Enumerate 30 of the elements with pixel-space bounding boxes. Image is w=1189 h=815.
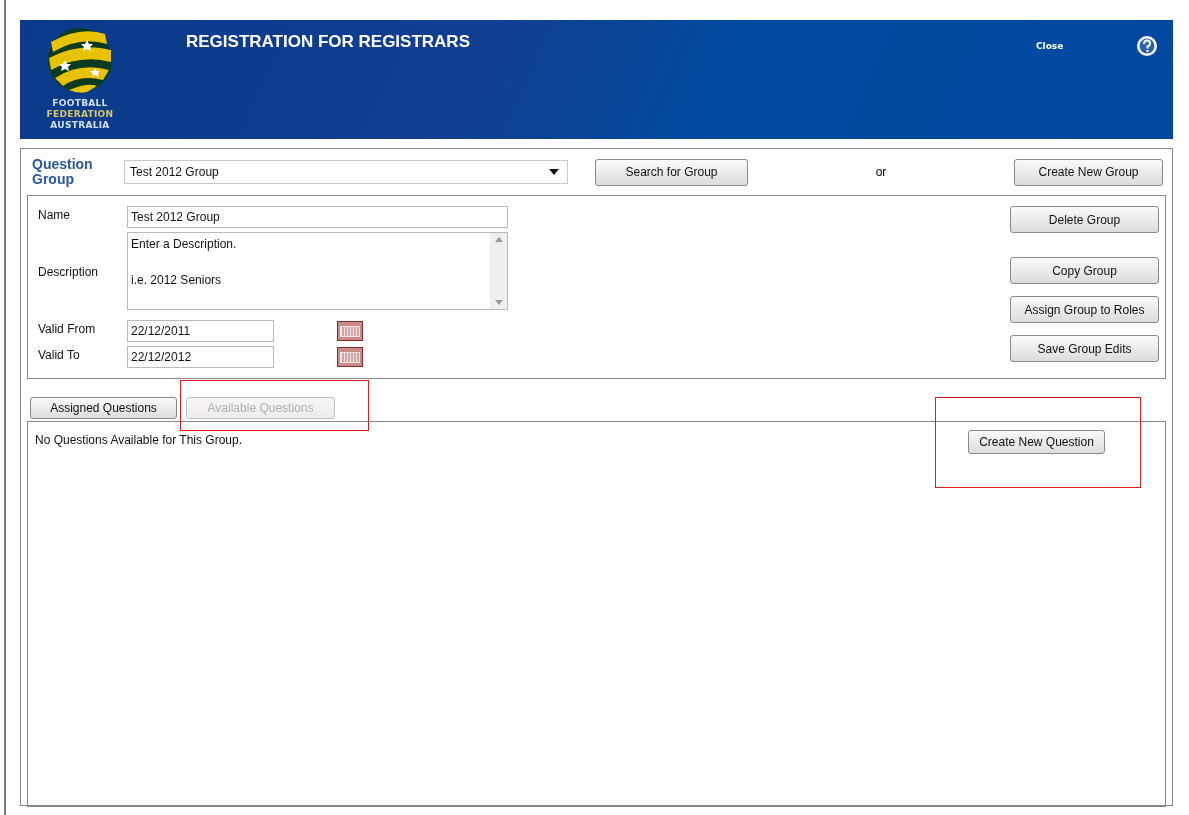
questions-tab[interactable]: Assigned Questions — [30, 397, 177, 419]
date-field[interactable]: 22/12/2011 — [127, 320, 274, 342]
field-label: Description — [38, 264, 100, 279]
search-group-button[interactable]: Search for Group — [595, 158, 748, 186]
calendar-icon[interactable] — [337, 347, 363, 367]
field-label: Valid To — [38, 347, 81, 364]
name-field[interactable]: Test 2012 Group — [127, 206, 508, 228]
field-label: Name — [38, 207, 71, 224]
create-question-button[interactable]: Create New Question — [968, 430, 1105, 454]
logo-text: FEDERATION — [46, 109, 114, 120]
group-action-button[interactable]: Copy Group — [1010, 257, 1159, 284]
group-action-button[interactable]: Delete Group — [1010, 206, 1159, 233]
help-icon[interactable] — [1136, 35, 1158, 57]
description-field[interactable]: Enter a Description. i.e. 2012 Seniors — [127, 232, 508, 310]
or-separator: or — [874, 165, 888, 179]
logo-text: FOOTBALL — [52, 98, 108, 109]
calendar-icon[interactable] — [337, 321, 363, 341]
question-group-label: Question Group — [31, 157, 94, 187]
field-label: Valid From — [38, 321, 97, 338]
scrollbar[interactable] — [490, 233, 507, 309]
close-link[interactable]: Close — [1036, 41, 1064, 51]
date-field[interactable]: 22/12/2012 — [127, 346, 274, 368]
create-group-button[interactable]: Create New Group — [1014, 158, 1163, 186]
group-dropdown[interactable]: Test 2012 Group — [124, 160, 568, 184]
group-action-button[interactable]: Assign Group to Roles — [1010, 296, 1159, 323]
page-title: REGISTRATION FOR REGISTRARS — [186, 32, 470, 53]
empty-message: No Questions Available for This Group. — [35, 432, 242, 447]
logo-text: AUSTRALIA — [50, 120, 110, 131]
caret-icon — [549, 169, 559, 175]
group-action-button[interactable]: Save Group Edits — [1010, 335, 1159, 362]
